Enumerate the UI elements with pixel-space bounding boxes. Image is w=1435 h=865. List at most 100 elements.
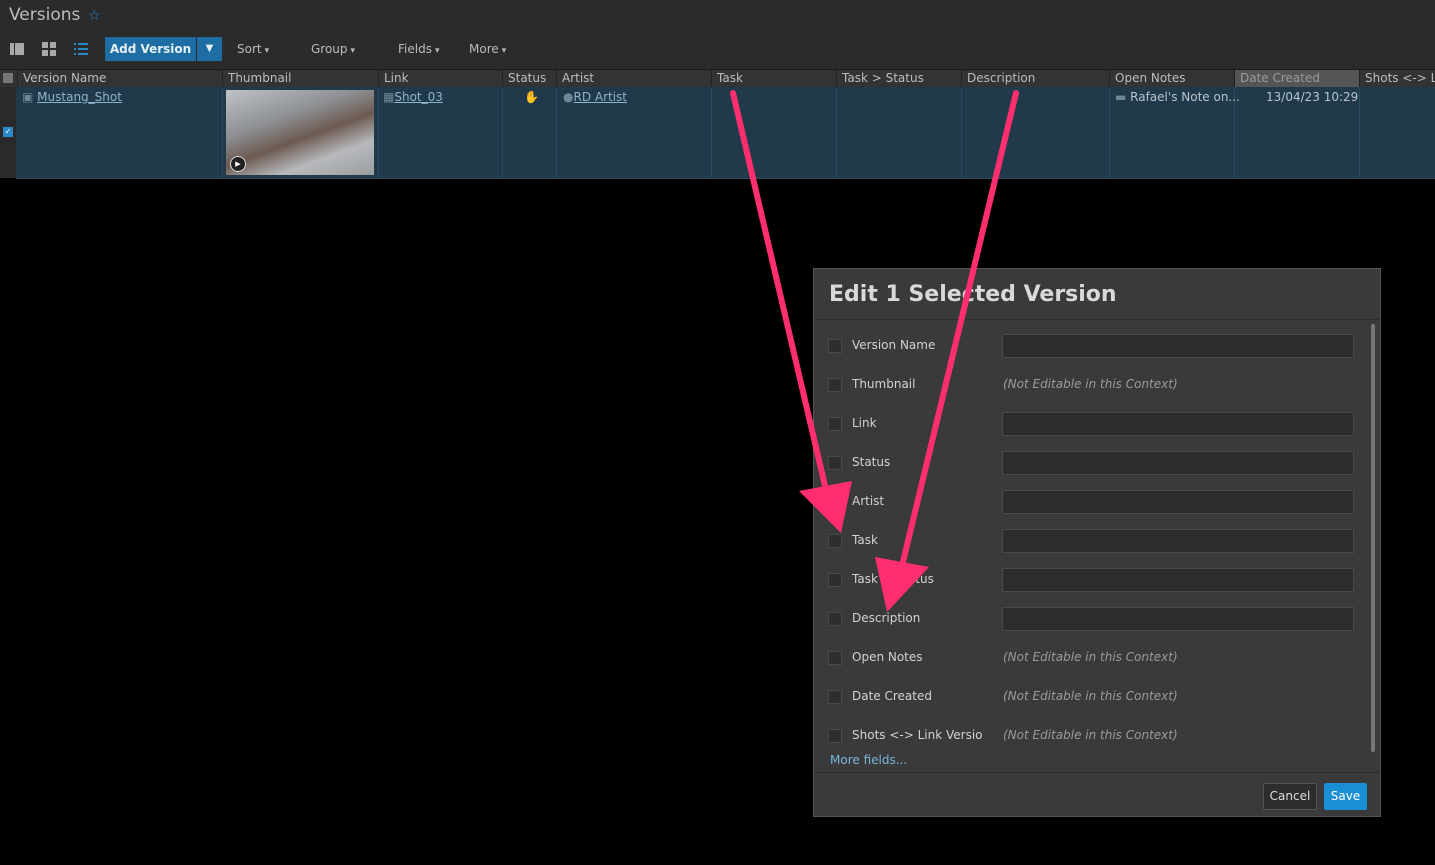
field-label: Shots <-> Link Version [852, 728, 982, 742]
field-checkbox[interactable] [828, 495, 842, 509]
add-version-button[interactable]: Add Version [105, 37, 196, 61]
description-input[interactable] [1002, 607, 1354, 631]
column-header-artist[interactable]: Artist [556, 70, 711, 87]
cell-divider [502, 87, 503, 178]
column-header-open-notes[interactable]: Open Notes [1109, 70, 1234, 87]
artist-input[interactable] [1002, 490, 1354, 514]
field-label: Link [852, 416, 877, 430]
field-label: Date Created [852, 689, 932, 703]
play-icon[interactable]: ▶ [230, 156, 246, 172]
cell-divider [836, 87, 837, 178]
status-input[interactable] [1002, 451, 1354, 475]
cell-divider [711, 87, 712, 178]
sort-button[interactable]: Sort ▾ [237, 42, 269, 56]
sort-label: Sort [237, 42, 262, 56]
not-editable-note: (Not Editable in this Context) [1003, 650, 1178, 664]
field-label: Thumbnail [852, 377, 916, 391]
version-name-cell[interactable]: ▣ Mustang_Shot [22, 90, 122, 104]
cell-divider [556, 87, 557, 178]
link-input[interactable] [1002, 412, 1354, 436]
cell-divider [378, 87, 379, 178]
field-label: Status [852, 455, 891, 469]
artist-link[interactable]: RD Artist [573, 90, 627, 104]
field-label: Task [852, 533, 878, 547]
link-cell[interactable]: ▦Shot_03 [383, 90, 443, 104]
hand-cursor-icon: ✋ [524, 90, 539, 104]
chevron-down-icon: ▾ [434, 46, 440, 56]
edit-version-dialog: Edit 1 Selected Version Version Name Thu… [813, 268, 1381, 817]
not-editable-note: (Not Editable in this Context) [1003, 377, 1178, 391]
shot-icon: ▦ [383, 90, 395, 104]
more-fields-link[interactable]: More fields... [830, 753, 907, 767]
group-button[interactable]: Group ▾ [311, 42, 355, 56]
not-editable-note: (Not Editable in this Context) [1003, 689, 1178, 703]
toolbar: Versions ☆ Add Version ▼ Sort ▾ Group ▾ Fi… [0, 0, 1435, 69]
field-checkbox[interactable] [828, 573, 842, 587]
field-label: Task > Status [852, 572, 934, 586]
field-label: Description [852, 611, 921, 625]
favorite-star-icon[interactable]: ☆ [88, 8, 101, 24]
table-header: Version Name Thumbnail Link Status Artis… [0, 69, 1435, 88]
version-name-input[interactable] [1002, 334, 1354, 358]
footer-divider [814, 772, 1380, 773]
column-header-date-created[interactable]: Date Created [1234, 70, 1359, 87]
task-input[interactable] [1002, 529, 1354, 553]
field-checkbox[interactable] [828, 729, 842, 743]
date-created-value: 13/04/23 10:29 [1266, 90, 1359, 104]
field-checkbox[interactable] [828, 339, 842, 353]
field-label: Version Name [852, 338, 936, 352]
chevron-down-icon: ▾ [501, 46, 507, 56]
field-checkbox[interactable] [828, 456, 842, 470]
task-status-input[interactable] [1002, 568, 1354, 592]
field-checkbox[interactable] [828, 378, 842, 392]
column-header-version-name[interactable]: Version Name [17, 70, 222, 87]
person-icon: ● [563, 90, 574, 104]
dialog-divider [814, 319, 1380, 320]
fields-button[interactable]: Fields ▾ [398, 42, 439, 56]
column-header-description[interactable]: Description [961, 70, 1109, 87]
more-button[interactable]: More ▾ [469, 42, 506, 56]
fields-label: Fields [398, 42, 432, 56]
field-checkbox[interactable] [828, 690, 842, 704]
column-header-thumbnail[interactable]: Thumbnail [222, 70, 378, 87]
dialog-title: Edit 1 Selected Version [829, 282, 1117, 307]
column-header-task[interactable]: Task [711, 70, 836, 87]
column-header-link[interactable]: Link [378, 70, 502, 87]
list-view-icon[interactable] [73, 41, 89, 57]
field-checkbox[interactable] [828, 651, 842, 665]
chevron-down-icon: ▾ [264, 46, 270, 56]
open-notes-value: Rafael's Note on... [1130, 90, 1240, 104]
select-all-checkbox[interactable] [3, 73, 13, 83]
column-header-status[interactable]: Status [502, 70, 556, 87]
field-checkbox[interactable] [828, 612, 842, 626]
field-checkbox[interactable] [828, 417, 842, 431]
row-checkbox[interactable]: ✓ [3, 127, 13, 137]
field-label: Open Notes [852, 650, 923, 664]
detail-view-icon[interactable] [9, 41, 25, 57]
cell-divider [222, 87, 223, 178]
field-label: Artist [852, 494, 885, 508]
thumbnail-image[interactable] [226, 90, 374, 175]
field-checkbox[interactable] [828, 534, 842, 548]
open-notes-cell[interactable]: ▬ Rafael's Note on... [1115, 90, 1240, 104]
not-editable-note: (Not Editable in this Context) [1003, 728, 1178, 742]
add-version-dropdown-icon[interactable]: ▼ [197, 37, 222, 61]
grid-view-icon[interactable] [41, 41, 57, 57]
version-icon: ▣ [22, 90, 34, 104]
link-value[interactable]: Shot_03 [394, 90, 443, 104]
cell-divider [1359, 87, 1360, 178]
version-name-link[interactable]: Mustang_Shot [37, 90, 122, 104]
column-header-shots-link[interactable]: Shots <-> Lin [1359, 70, 1435, 87]
dialog-scrollbar[interactable] [1371, 324, 1375, 752]
cell-divider [1109, 87, 1110, 178]
column-header-task-status[interactable]: Task > Status [836, 70, 961, 87]
cell-divider [961, 87, 962, 178]
more-label: More [469, 42, 499, 56]
save-button[interactable]: Save [1324, 783, 1367, 810]
chevron-down-icon: ▾ [350, 46, 356, 56]
cancel-button[interactable]: Cancel [1263, 783, 1317, 810]
artist-cell[interactable]: ●RD Artist [563, 90, 627, 104]
note-icon: ▬ [1115, 90, 1127, 104]
group-label: Group [311, 42, 348, 56]
page-title: Versions [9, 5, 81, 25]
